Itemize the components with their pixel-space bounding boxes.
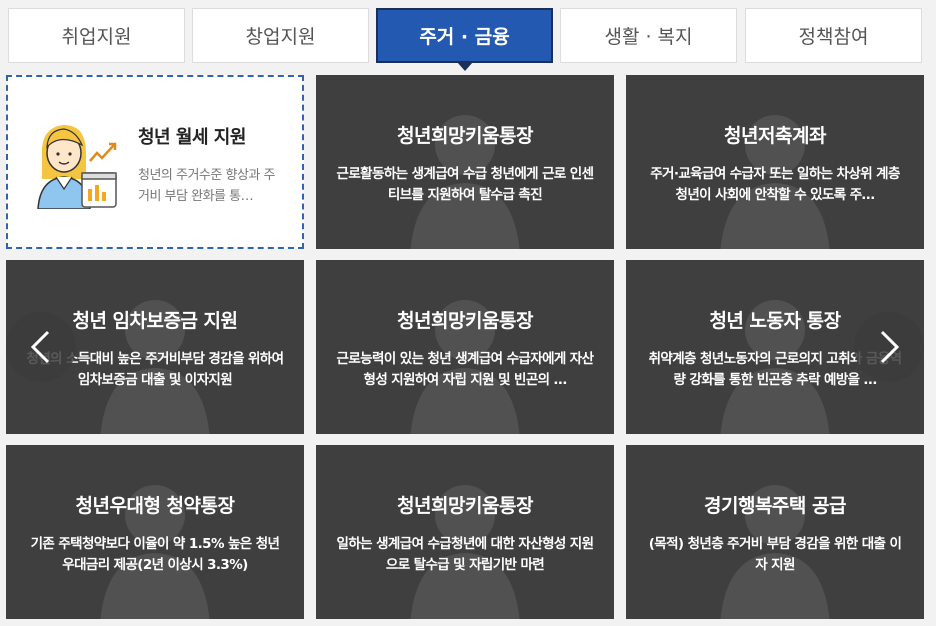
policy-card-title: 청년희망키움통장 [397,310,533,332]
policy-card[interactable]: 청년희망키움통장 일하는 생계급여 수급청년에 대한 자산형성 지원으로 탈수급… [316,445,614,619]
policy-card-title: 청년저축계좌 [724,125,826,147]
policy-card-desc: 주거·교육급여 수급자 또는 일하는 차상위 계층 청년이 사회에 안착할 수 … [650,166,900,203]
prev-button[interactable] [6,312,76,382]
policy-card[interactable]: 경기행복주택 공급 (목적) 청년층 주거비 부담 경감을 위한 대출 이자 지… [626,445,924,619]
policy-card-title: 경기행복주택 공급 [704,495,846,517]
featured-card-desc: 청년의 주거수준 향상과 주거비 부담 완화를 통… [138,168,275,204]
policy-card-desc: 일하는 생계급여 수급청년에 대한 자산형성 지원으로 탈수급 및 자립기반 마… [336,536,594,573]
policy-card-desc: 기존 주택청약보다 이율이 약 1.5% 높은 청년우대금리 제공(2년 이상시… [30,536,280,573]
policy-card-title: 청년우대형 청약통장 [75,495,235,517]
category-tabs: 취업지원 창업지원 주거 · 금융 생활 · 복지 정책참여 [8,8,922,63]
policy-card[interactable]: 청년희망키움통장 근로활동하는 생계급여 수급 청년에게 근로 인센티브를 지원… [316,75,614,249]
woman-with-chart-icon [30,117,122,213]
policy-card[interactable]: 청년저축계좌 주거·교육급여 수급자 또는 일하는 차상위 계층 청년이 사회에… [626,75,924,249]
tab-life-welfare[interactable]: 생활 · 복지 [560,8,737,63]
chevron-right-icon [880,330,900,364]
tab-employment[interactable]: 취업지원 [8,8,185,63]
featured-card-title: 청년 월세 지원 [138,127,246,148]
tab-startup[interactable]: 창업지원 [192,8,369,63]
policy-card-desc: 근로능력이 있는 청년 생계급여 수급자에게 자산형성 지원하여 자립 지원 및… [336,351,594,388]
next-button[interactable] [854,312,924,382]
policy-card-desc: 근로활동하는 생계급여 수급 청년에게 근로 인센티브를 지원하여 탈수급 촉진 [336,166,594,203]
tab-policy-participation[interactable]: 정책참여 [745,8,922,63]
policy-card-title: 청년희망키움통장 [397,125,533,147]
featured-card[interactable]: 청년 월세 지원 청년의 주거수준 향상과 주거비 부담 완화를 통… [6,75,304,249]
tab-housing-finance[interactable]: 주거 · 금융 [376,8,553,63]
chevron-left-icon [30,330,50,364]
policy-card[interactable]: 청년희망키움통장 근로능력이 있는 청년 생계급여 수급자에게 자산형성 지원하… [316,260,614,434]
policy-card-desc: (목적) 청년층 주거비 부담 경감을 위한 대출 이자 지원 [648,536,902,573]
policy-card-title: 청년희망키움통장 [397,495,533,517]
policy-card-grid: 청년 월세 지원 청년의 주거수준 향상과 주거비 부담 완화를 통… 청년희망… [6,75,924,621]
policy-card[interactable]: 청년우대형 청약통장 기존 주택청약보다 이율이 약 1.5% 높은 청년우대금… [6,445,304,619]
